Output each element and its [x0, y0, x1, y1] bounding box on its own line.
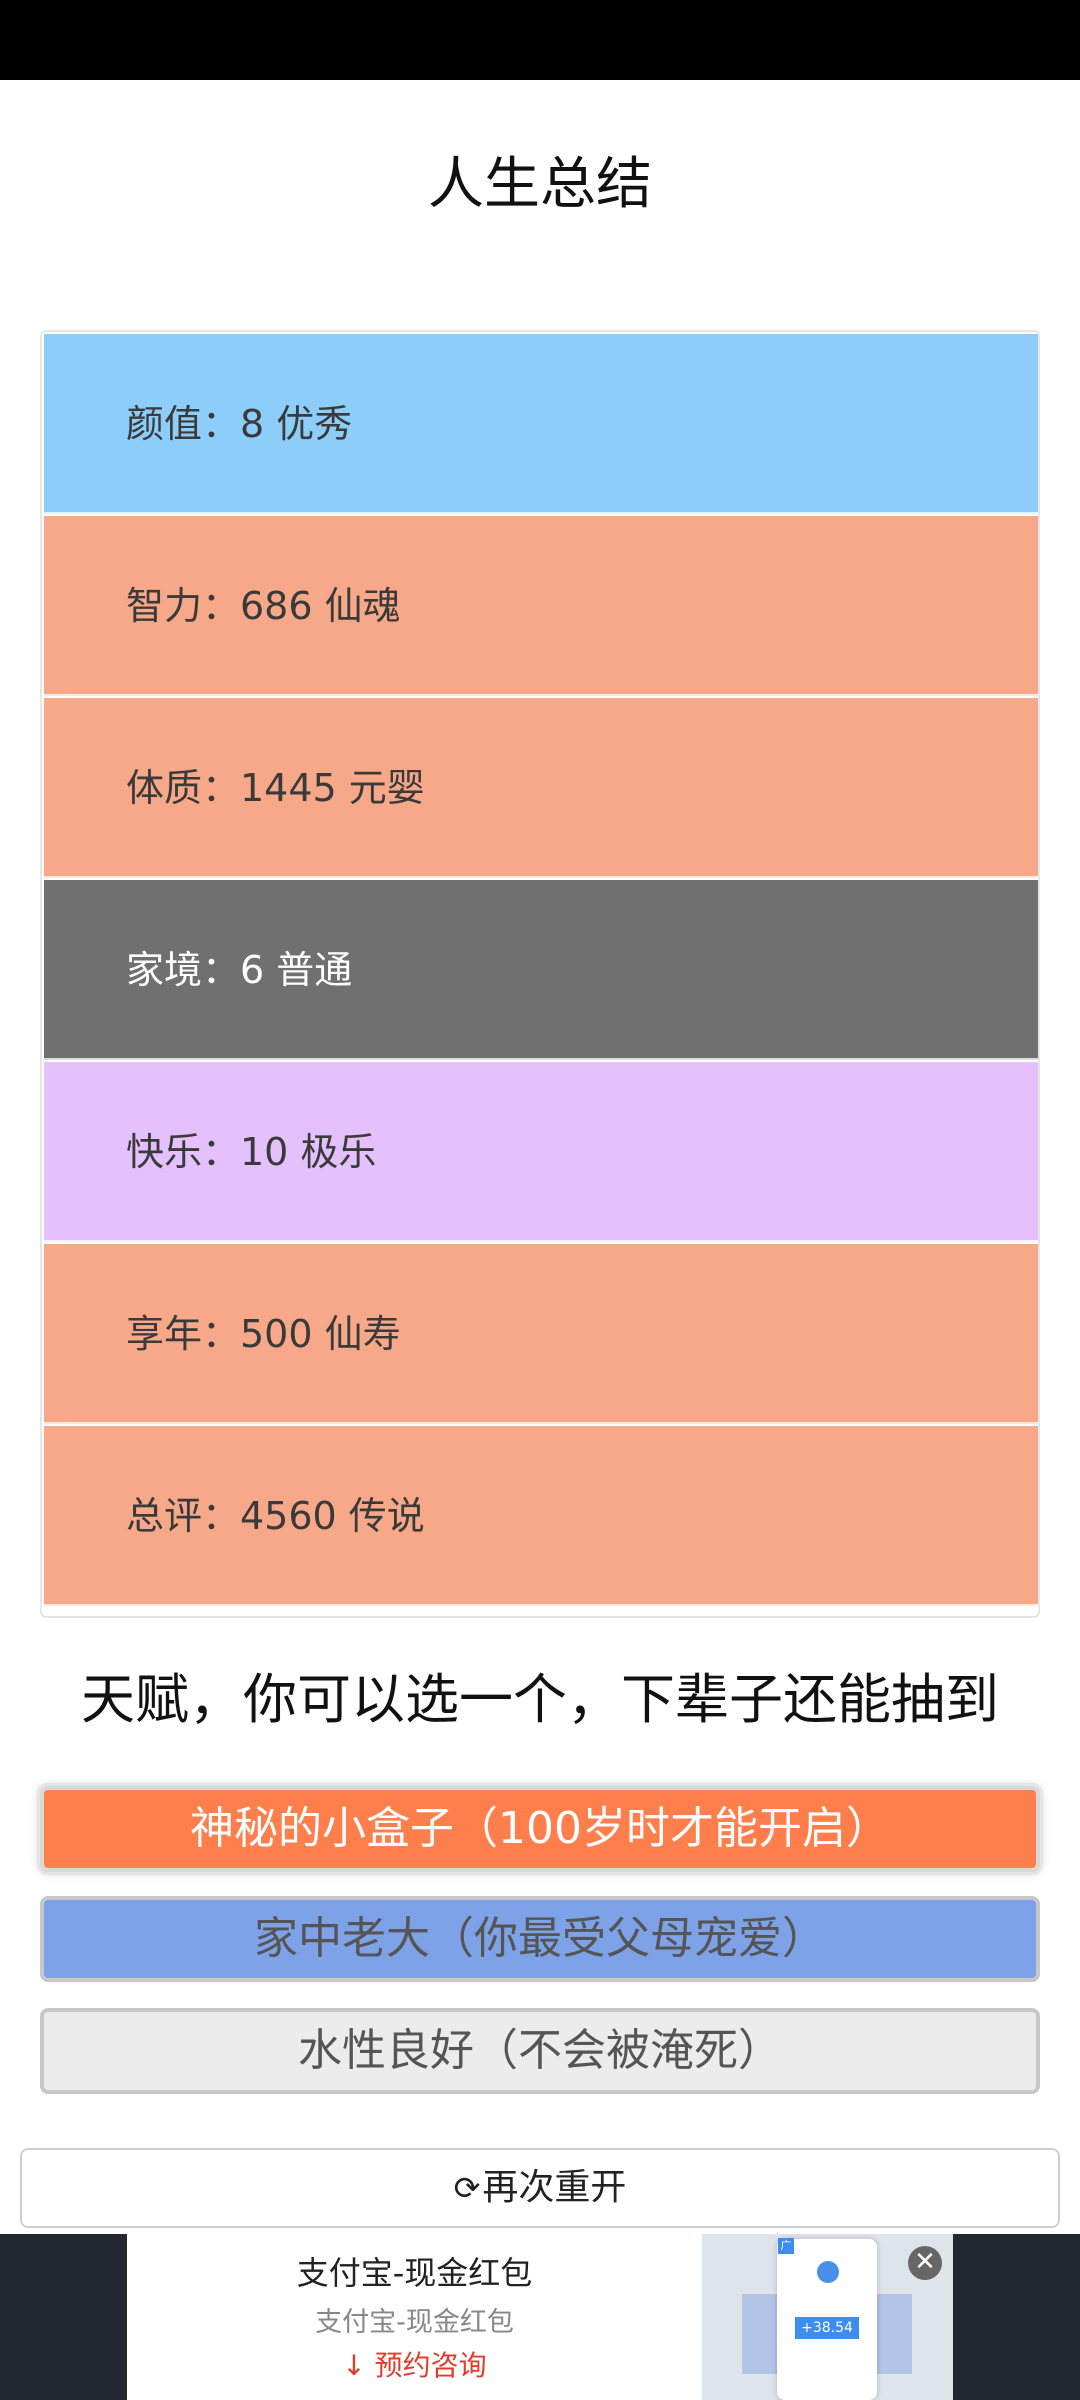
stat-row: 颜值：8 优秀: [44, 334, 1038, 514]
avatar: [817, 2261, 839, 2283]
close-icon[interactable]: ✕: [908, 2246, 942, 2280]
stat-row: 总评：4560 传说: [44, 1426, 1038, 1606]
ad-image-phone: +38.54: [777, 2239, 877, 2400]
stat-row: 体质：1445 元婴: [44, 698, 1038, 878]
stat-row: 快乐：10 极乐: [44, 1062, 1038, 1242]
page-title: 人生总结: [428, 152, 652, 217]
ad-badge: 广: [778, 2238, 794, 2254]
talent-option-button[interactable]: 神秘的小盒子（100岁时才能开启）: [40, 1786, 1040, 1872]
talent-option-button[interactable]: 水性良好（不会被淹死）: [40, 2008, 1040, 2094]
talent-heading: 天赋，你可以选一个，下辈子还能抽到: [81, 1668, 999, 1731]
ad-cta-link[interactable]: ↓ 预约咨询: [127, 2344, 702, 2384]
status-bar: [0, 0, 1080, 80]
ad-content[interactable]: 支付宝-现金红包 支付宝-现金红包 ↓ 预约咨询 +38.54: [127, 2234, 953, 2400]
stat-row: 智力：686 仙魂: [44, 516, 1038, 696]
ad-amount: +38.54: [795, 2317, 859, 2339]
stat-row: 家境：6 普通: [44, 880, 1038, 1060]
talent-option-button[interactable]: 家中老大（你最受父母宠爱）: [40, 1896, 1040, 1982]
ad-subtitle: 支付宝-现金红包: [315, 2307, 514, 2338]
download-arrow-icon: ↓: [342, 2349, 366, 2382]
ad-title: 支付宝-现金红包: [296, 2254, 533, 2292]
stats-card: 颜值：8 优秀 智力：686 仙魂 体质：1445 元婴 家境：6 普通 快乐：10 极…: [40, 330, 1040, 1618]
stat-row: 享年：500 仙寿: [44, 1244, 1038, 1424]
restart-label: 再次重开: [482, 2167, 627, 2208]
ad-cta-label: 预约咨询: [374, 2349, 487, 2382]
refresh-icon: ⟳: [453, 2169, 481, 2207]
restart-button[interactable]: ⟳再次重开: [20, 2148, 1060, 2228]
